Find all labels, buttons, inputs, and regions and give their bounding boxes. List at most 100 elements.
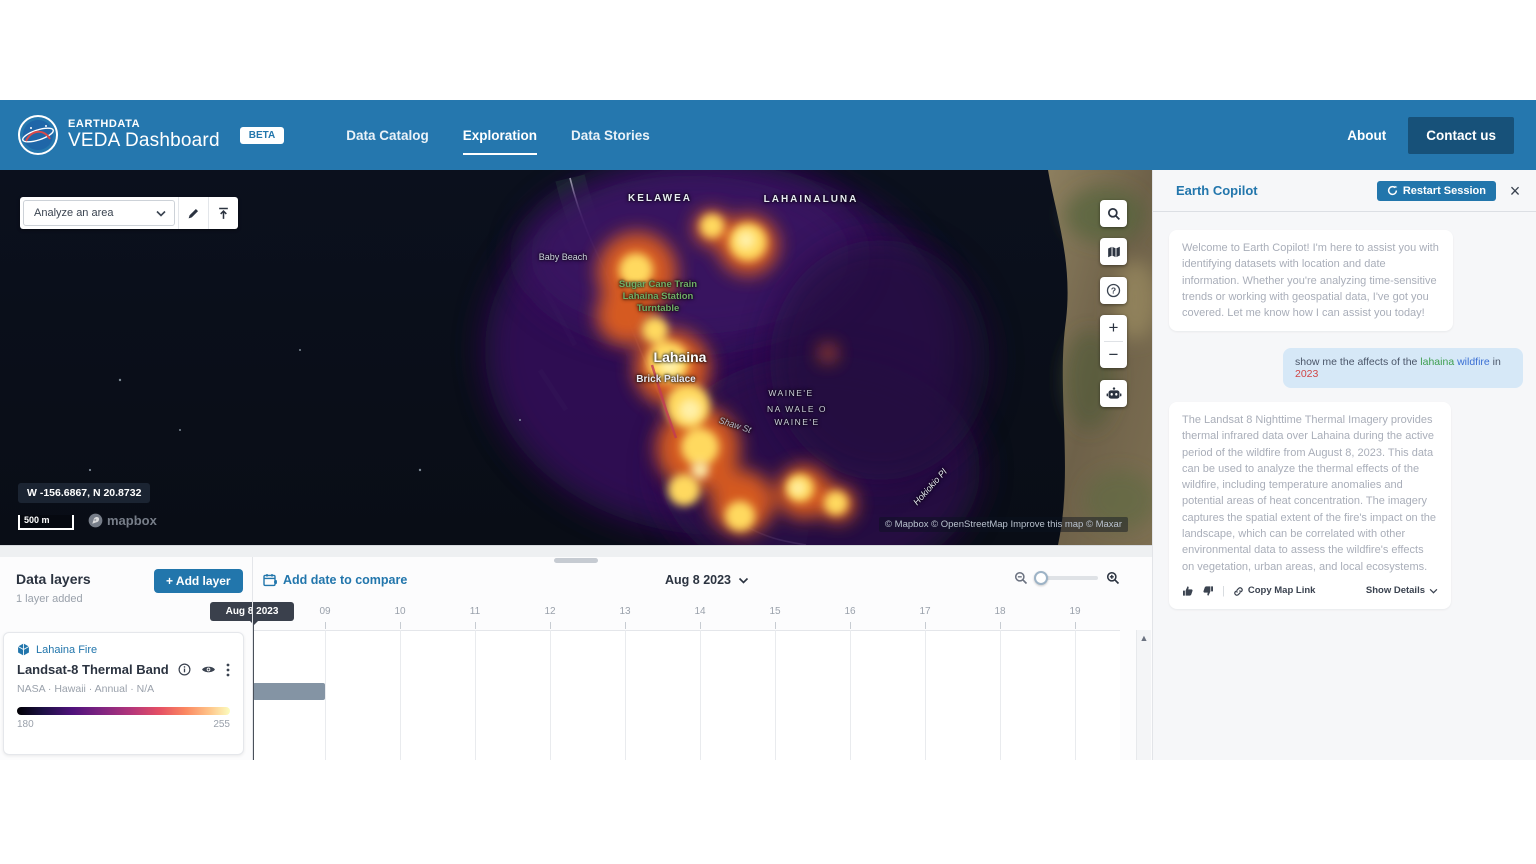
page: EARTHDATA VEDA Dashboard BETA Data Catal…	[0, 0, 1536, 864]
add-date-to-compare-button[interactable]: Add date to compare	[263, 573, 407, 587]
timeline-grid-line	[625, 630, 626, 760]
layer-metadata: NASA · Hawaii · Annual · N/A	[17, 683, 230, 695]
calendar-plus-icon	[263, 573, 277, 587]
about-link[interactable]: About	[1347, 128, 1386, 143]
timeline-tick-mark	[925, 622, 926, 629]
map-search-button[interactable]	[1100, 200, 1127, 227]
copilot-toggle-button[interactable]	[1100, 380, 1127, 407]
svg-text:?: ?	[1111, 286, 1116, 296]
layer-availability-bar[interactable]	[253, 683, 325, 700]
contact-us-button[interactable]: Contact us	[1408, 117, 1514, 154]
copilot-header: Earth Copilot Restart Session ×	[1153, 170, 1536, 212]
map-label-wainee-2: WAINE'E	[774, 417, 819, 427]
timeline-grid-line	[925, 630, 926, 760]
map-label-lahaina-station: Lahaina Station	[623, 291, 694, 302]
nav-exploration[interactable]: Exploration	[463, 120, 537, 151]
upload-icon	[217, 207, 230, 220]
zoom-in-button[interactable]: +	[1100, 315, 1127, 341]
analyze-area-toolbar: Analyze an area	[20, 197, 238, 229]
map-label-brick-palace: Brick Palace	[636, 374, 696, 385]
zoom-out-button[interactable]: −	[1100, 342, 1127, 368]
zoom-slider-knob[interactable]	[1034, 571, 1048, 585]
timeline-grid-line	[400, 630, 401, 760]
timeline-tick-mark	[775, 622, 776, 629]
timeline-tick-mark	[475, 622, 476, 629]
map-coordinates: W -156.6867, N 20.8732	[18, 483, 150, 503]
timeline-scrollbar[interactable]: ▲	[1136, 630, 1151, 760]
timeline-panel: Data layers 1 layer added + Add layer Ad…	[0, 545, 1152, 760]
timeline-tick-label: 16	[844, 606, 855, 617]
selected-date: Aug 8 2023	[665, 573, 731, 587]
timeline-tick-label: 11	[470, 606, 480, 617]
timeline-tick-mark	[1075, 622, 1076, 629]
user-message-year: 2023	[1295, 368, 1318, 380]
timeline-tick-label: 14	[694, 606, 705, 617]
show-details-button[interactable]: Show Details	[1366, 583, 1438, 599]
user-message-prefix: show me the affects of the	[1295, 356, 1420, 368]
close-icon[interactable]: ×	[1502, 178, 1528, 204]
actions-divider: |	[1222, 583, 1225, 599]
ramp-max: 255	[213, 719, 230, 730]
copy-map-link-button[interactable]: Copy Map Link	[1233, 583, 1316, 599]
map-label-wainee: WAINE'E	[768, 388, 813, 398]
map-icon	[1107, 245, 1121, 259]
layer-card[interactable]: Lahaina Fire Landsat-8 Thermal Band NASA…	[3, 632, 244, 755]
welcome-text: Welcome to Earth Copilot! I'm here to as…	[1182, 242, 1439, 319]
beta-badge: BETA	[240, 127, 284, 144]
timeline-tick-label: 15	[769, 606, 780, 617]
layer-group-link[interactable]: Lahaina Fire	[17, 643, 230, 656]
ramp-min: 180	[17, 719, 34, 730]
add-layer-button[interactable]: + Add layer	[154, 569, 243, 593]
analyze-area-select[interactable]: Analyze an area	[23, 200, 175, 226]
timeline-grid-line	[475, 630, 476, 760]
pencil-icon	[187, 207, 200, 220]
user-message-middle: in	[1490, 356, 1501, 368]
timeline-grid-line	[775, 630, 776, 760]
brand[interactable]: EARTHDATA VEDA Dashboard BETA	[18, 115, 284, 155]
zoom-in-magnifier-icon[interactable]	[1106, 571, 1120, 585]
restart-session-label: Restart Session	[1403, 185, 1486, 197]
timeline-tick-label: 17	[919, 606, 930, 617]
response-text: The Landsat 8 Nighttime Thermal Imagery …	[1182, 414, 1436, 573]
timeline-grid-line	[1075, 630, 1076, 760]
mapbox-wordmark: mapbox	[107, 513, 157, 528]
kebab-menu-icon[interactable]	[226, 663, 230, 677]
scroll-up-arrow-icon[interactable]: ▲	[1137, 630, 1151, 643]
layer-name: Landsat-8 Thermal Band	[17, 662, 178, 677]
map-layers-button[interactable]	[1100, 238, 1127, 265]
upload-area-button[interactable]	[208, 197, 238, 229]
timeline-tick-label: 18	[994, 606, 1005, 617]
timeline-date-select[interactable]: Aug 8 2023	[665, 573, 749, 587]
thumbs-down-icon[interactable]	[1202, 585, 1214, 597]
timeline-tick-label: 19	[1069, 606, 1080, 617]
chevron-down-icon	[738, 577, 749, 584]
timeline-grid-line	[700, 630, 701, 760]
zoom-out-magnifier-icon[interactable]	[1014, 571, 1028, 585]
nasa-logo-icon	[18, 115, 58, 155]
copilot-welcome-message: Welcome to Earth Copilot! I'm here to as…	[1169, 230, 1453, 331]
user-message: show me the affects of the lahaina wildf…	[1283, 348, 1523, 388]
restart-session-button[interactable]: Restart Session	[1377, 181, 1496, 201]
map-canvas[interactable]: KELAWEA LAHAINALUNA Baby Beach Sugar Can…	[0, 170, 1152, 545]
map-attribution[interactable]: © Mapbox © OpenStreetMap Improve this ma…	[879, 517, 1128, 532]
timeline-tick-label: 13	[619, 606, 630, 617]
chevron-down-icon	[156, 210, 166, 217]
timeline-grid-line	[1000, 630, 1001, 760]
copilot-response-message: The Landsat 8 Nighttime Thermal Imagery …	[1169, 402, 1451, 609]
panel-drag-handle[interactable]	[554, 558, 598, 563]
user-message-keyword: wildfire	[1454, 356, 1490, 368]
mapbox-logo[interactable]: mapbox	[88, 513, 157, 528]
eye-icon[interactable]	[201, 664, 216, 675]
map-label-lahaina: Lahaina	[654, 349, 707, 365]
search-icon	[1107, 207, 1121, 221]
nav-data-catalog[interactable]: Data Catalog	[346, 120, 429, 151]
nav-data-stories[interactable]: Data Stories	[571, 120, 650, 151]
map-label-na-wale-o: NA WALE O	[767, 404, 827, 414]
chevron-down-icon	[1429, 588, 1438, 594]
draw-area-button[interactable]	[178, 197, 208, 229]
map-help-button[interactable]: ?	[1100, 277, 1127, 304]
thumbs-up-icon[interactable]	[1182, 585, 1194, 597]
timeline-grid-line	[850, 630, 851, 760]
timeline-zoom-slider[interactable]	[1036, 576, 1098, 580]
info-icon[interactable]	[178, 663, 191, 676]
